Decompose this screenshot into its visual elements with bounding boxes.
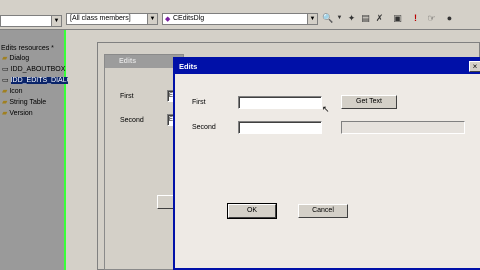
stop-icon[interactable]: ✗ xyxy=(374,13,385,24)
build-icon[interactable]: ▤ xyxy=(360,13,371,24)
class-icon: ◆ xyxy=(165,16,171,23)
chevron-down-icon[interactable]: ▼ xyxy=(147,14,157,24)
hand-icon[interactable]: ☞ xyxy=(426,13,437,24)
left-combo[interactable]: ▼ xyxy=(0,15,62,27)
design-second-label: Second xyxy=(120,117,144,124)
get-text-button[interactable]: Get Text xyxy=(341,95,397,109)
resource-tree-header: Edits resources * xyxy=(1,45,54,52)
first-label: First xyxy=(192,99,206,106)
second-edit[interactable] xyxy=(238,121,322,134)
design-dialog[interactable]: Edits First Ec Second Ec xyxy=(104,54,185,270)
second-label: Second xyxy=(192,124,216,131)
dialog-icon: ▭ xyxy=(2,77,9,84)
tree-item-string-table[interactable]: ▰ String Table xyxy=(2,98,46,108)
close-icon[interactable]: × xyxy=(469,61,480,72)
folder-icon: ▰ xyxy=(2,88,8,95)
first-edit[interactable] xyxy=(238,96,322,109)
edits-dialog: Edits × First ↖ Get Text Second OK Cance… xyxy=(173,57,480,270)
tree-item-version[interactable]: ▰ Version xyxy=(2,109,33,119)
mouse-cursor-icon: ↖ xyxy=(322,104,330,114)
cancel-button[interactable]: Cancel xyxy=(298,204,348,218)
folder-icon: ▰ xyxy=(2,99,8,106)
tree-item-icon[interactable]: ▰ Icon xyxy=(2,87,23,97)
ok-button[interactable]: OK xyxy=(227,203,277,219)
tree-item-idd-edits-dialog[interactable]: ▭ IDD_EDITS_DIALOG xyxy=(2,76,78,86)
tree-item-idd-aboutbox[interactable]: ▭ IDD_ABOUTBOX xyxy=(2,65,65,75)
design-first-label: First xyxy=(120,93,134,100)
exclamation-icon[interactable]: ! xyxy=(410,13,421,24)
find-icon[interactable]: 🔍 xyxy=(322,13,333,24)
design-dialog-title: Edits xyxy=(105,55,183,68)
members-filter-combo[interactable]: [All class members] ▼ xyxy=(66,13,158,25)
wand-icon[interactable]: ✦ xyxy=(346,13,357,24)
dropdown-arrow-icon[interactable]: ▼ xyxy=(334,13,345,24)
chevron-down-icon[interactable]: ▼ xyxy=(51,16,61,26)
run-icon[interactable]: ▣ xyxy=(392,13,403,24)
class-combo[interactable]: ◆ CEditsDlg ▼ xyxy=(162,13,318,25)
dialog-icon: ▭ xyxy=(2,66,9,73)
folder-icon: ▰ xyxy=(2,110,8,117)
folder-icon: ▰ xyxy=(2,55,8,62)
result-field xyxy=(341,121,465,134)
chevron-down-icon[interactable]: ▼ xyxy=(307,14,317,24)
edits-dialog-title-bar[interactable]: Edits xyxy=(175,59,480,74)
tree-item-dialog[interactable]: ▰ Dialog xyxy=(2,54,29,64)
resource-pane: Edits resources * ▰ Dialog ▭ IDD_ABOUTBO… xyxy=(0,30,78,270)
toolbar: ▼ [All class members] ▼ ◆ CEditsDlg ▼ 🔍 … xyxy=(0,0,480,30)
breakpoint-icon[interactable]: ● xyxy=(444,13,455,24)
